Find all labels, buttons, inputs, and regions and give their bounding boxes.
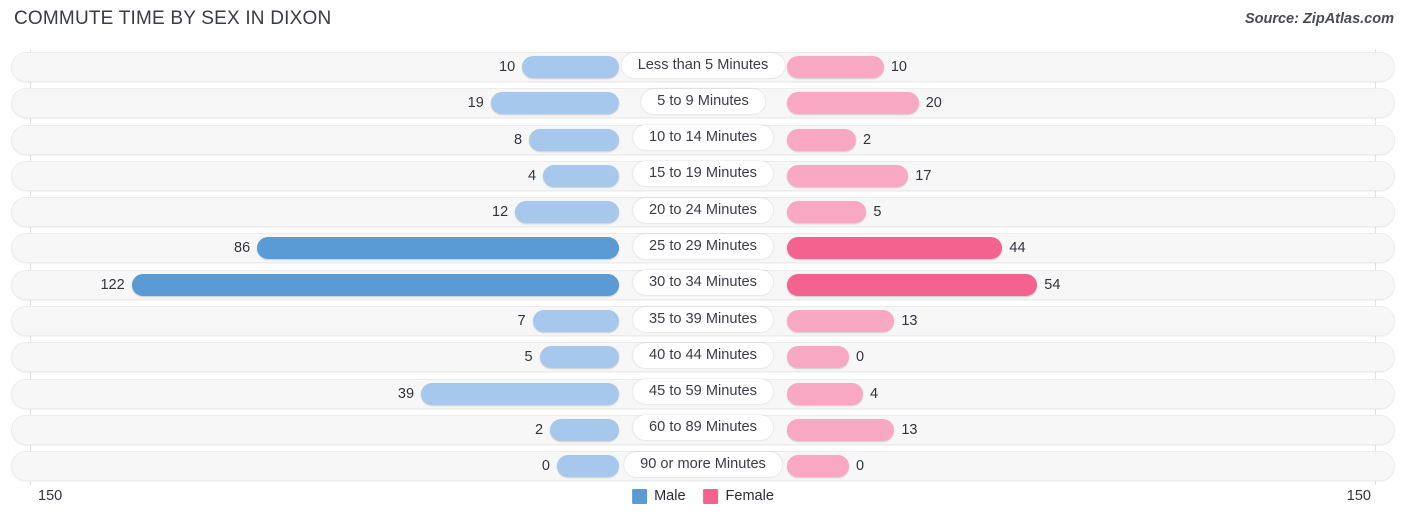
legend-item-male[interactable]: Male xyxy=(632,488,686,504)
bar-male[interactable] xyxy=(522,56,619,78)
value-label-female: 44 xyxy=(1009,240,1026,257)
value-label-male: 86 xyxy=(234,240,251,257)
bar-female[interactable] xyxy=(787,92,919,115)
value-label-male: 12 xyxy=(492,204,509,221)
legend: Male Female xyxy=(632,488,774,504)
category-label: 10 to 14 Minutes xyxy=(633,125,773,151)
bar-male[interactable] xyxy=(543,164,619,187)
bar-row: 39 4 45 to 59 Minutes xyxy=(0,376,1406,412)
value-label-female: 4 xyxy=(869,385,879,402)
chart-container: COMMUTE TIME BY SEX IN DIXON Source: Zip… xyxy=(0,0,1406,522)
value-label-female: 10 xyxy=(890,59,907,75)
bar-row: 10 10 Less than 5 Minutes xyxy=(0,49,1406,85)
legend-label: Male xyxy=(654,488,686,504)
bar-female[interactable] xyxy=(787,128,856,151)
bar-female[interactable] xyxy=(787,164,909,187)
bar-row: 4 17 15 to 19 Minutes xyxy=(0,158,1406,194)
bar-rows: 10 10 Less than 5 Minutes 19 20 5 to 9 Minute… xyxy=(0,49,1406,485)
value-label-female: 54 xyxy=(1044,276,1061,293)
axis-label-left: 150 xyxy=(38,488,63,504)
value-label-male: 5 xyxy=(524,349,533,366)
source-label: Source: ZipAtlas.com xyxy=(1244,11,1394,27)
bar-row: 8 2 10 to 14 Minutes xyxy=(0,122,1406,158)
value-label-female: 0 xyxy=(856,458,865,475)
category-label: 35 to 39 Minutes xyxy=(633,306,773,332)
bar-row: 19 20 5 to 9 Minutes xyxy=(0,85,1406,121)
value-label-female: 5 xyxy=(873,204,882,221)
value-label-female: 17 xyxy=(915,167,932,184)
value-label-male: 10 xyxy=(499,59,516,75)
page-title: COMMUTE TIME BY SEX IN DIXON xyxy=(14,8,332,29)
axis-label-right: 150 xyxy=(1346,488,1371,504)
bar-male[interactable] xyxy=(421,382,619,405)
legend-swatch-icon xyxy=(703,488,719,504)
value-label-female: 13 xyxy=(901,421,918,438)
value-label-female: 20 xyxy=(925,95,942,112)
category-label: Less than 5 Minutes xyxy=(621,52,785,78)
bar-male[interactable] xyxy=(490,92,619,115)
bar-female[interactable] xyxy=(787,237,1003,260)
bar-male[interactable] xyxy=(532,310,619,333)
category-label: 30 to 34 Minutes xyxy=(633,270,773,296)
bar-male[interactable] xyxy=(550,418,619,441)
bar-male[interactable] xyxy=(539,346,619,369)
category-label: 60 to 89 Minutes xyxy=(633,415,773,441)
value-label-female: 2 xyxy=(862,131,872,148)
value-label-male: 39 xyxy=(397,385,415,402)
bar-male[interactable] xyxy=(557,455,619,478)
bar-row: 86 44 25 to 29 Minutes xyxy=(0,230,1406,266)
category-label: 90 or more Minutes xyxy=(624,451,782,477)
bar-row: 122 54 30 to 34 Minutes xyxy=(0,267,1406,303)
bar-row: 7 13 35 to 39 Minutes xyxy=(0,303,1406,339)
bar-male[interactable] xyxy=(257,237,619,260)
bar-female[interactable] xyxy=(787,273,1038,296)
value-label-male: 122 xyxy=(100,276,125,293)
value-label-male: 0 xyxy=(541,458,550,475)
bar-female[interactable] xyxy=(787,382,863,405)
bar-row: 5 0 40 to 44 Minutes xyxy=(0,339,1406,375)
chart-footer: 150 150 Male Female xyxy=(0,485,1406,522)
bar-row: 12 5 20 to 24 Minutes xyxy=(0,194,1406,230)
legend-swatch-icon xyxy=(632,488,648,504)
bar-female[interactable] xyxy=(787,418,895,441)
value-label-male: 8 xyxy=(514,131,523,148)
category-label: 20 to 24 Minutes xyxy=(633,197,773,223)
category-label: 40 to 44 Minutes xyxy=(633,342,773,368)
plot-area: 10 10 Less than 5 Minutes 19 20 5 to 9 Minute… xyxy=(0,49,1406,485)
bar-female[interactable] xyxy=(787,346,849,369)
bar-male[interactable] xyxy=(529,128,619,151)
bar-male[interactable] xyxy=(515,201,619,224)
bar-female[interactable] xyxy=(787,201,867,224)
category-label: 45 to 59 Minutes xyxy=(633,379,773,405)
bar-female[interactable] xyxy=(787,455,849,478)
value-label-male: 4 xyxy=(527,167,537,184)
value-label-female: 0 xyxy=(856,349,865,366)
value-label-female: 13 xyxy=(901,313,918,330)
value-label-male: 19 xyxy=(467,95,484,112)
bar-male[interactable] xyxy=(131,273,619,296)
category-label: 15 to 19 Minutes xyxy=(633,161,773,187)
bar-female[interactable] xyxy=(787,56,884,78)
bar-row: 2 13 60 to 89 Minutes xyxy=(0,412,1406,448)
category-label: 5 to 9 Minutes xyxy=(641,88,765,114)
value-label-male: 7 xyxy=(517,313,526,330)
legend-item-female[interactable]: Female xyxy=(703,488,774,504)
value-label-male: 2 xyxy=(534,421,544,438)
legend-label: Female xyxy=(725,488,774,504)
bar-row: 0 0 90 or more Minutes xyxy=(0,448,1406,484)
category-label: 25 to 29 Minutes xyxy=(633,233,773,259)
bar-female[interactable] xyxy=(787,310,895,333)
